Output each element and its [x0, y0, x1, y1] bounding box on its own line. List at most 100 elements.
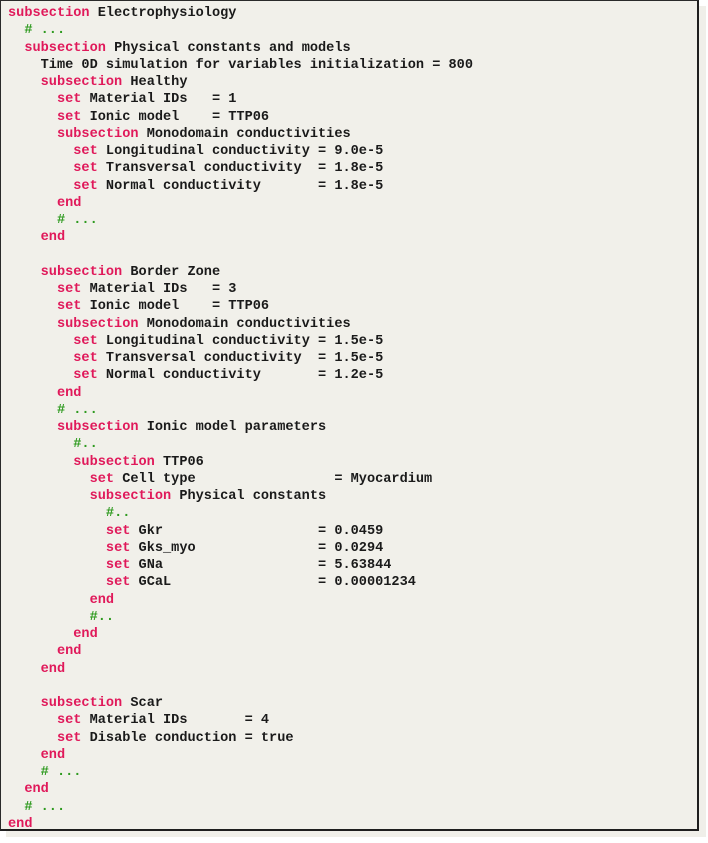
- keyword: subsection: [40, 264, 123, 280]
- line-text: Physical constants: [171, 489, 327, 504]
- code-line: set Ionic model = TTP06: [8, 298, 473, 315]
- keyword: set: [56, 713, 82, 729]
- code-listing: subsection Electrophysiology # ... subse…: [8, 5, 473, 833]
- keyword: set: [56, 299, 82, 315]
- code-line: end: [8, 661, 473, 678]
- keyword: end: [24, 782, 49, 798]
- code-line: end: [8, 195, 473, 212]
- line-text: Gkr = 0.0459: [130, 523, 384, 539]
- keyword: subsection: [40, 75, 123, 90]
- code-line: set Material IDs = 3: [8, 281, 473, 298]
- keyword: set: [73, 144, 98, 159]
- keyword: end: [73, 627, 98, 642]
- line-text: Time 0D simulation for variables initial…: [40, 57, 473, 73]
- comment: # ...: [24, 23, 66, 39]
- code-line: set Normal conductivity = 1.2e-5: [8, 367, 473, 384]
- keyword: set: [105, 575, 131, 591]
- keyword: set: [73, 351, 98, 366]
- code-line: set Gks_myo = 0.0294: [8, 540, 473, 557]
- line-text: Physical constants and models: [105, 40, 351, 56]
- keyword: set: [56, 109, 82, 125]
- comment: # ...: [56, 213, 98, 228]
- keyword: set: [89, 471, 115, 487]
- code-line: set Ionic model = TTP06: [8, 109, 473, 126]
- code-line: end: [8, 592, 473, 609]
- code-line: set Longitudinal conductivity = 1.5e-5: [8, 333, 473, 350]
- comment: # ...: [40, 765, 82, 780]
- line-text: Material IDs = 1: [81, 92, 237, 108]
- code-line: #..: [8, 505, 473, 522]
- line-text: Longitudinal conductivity = 9.0e-5: [97, 144, 384, 159]
- code-line: subsection Scar: [8, 695, 473, 712]
- line-text: Cell type = Myocardium: [114, 471, 433, 487]
- keyword: end: [40, 747, 66, 763]
- code-line: end: [8, 781, 473, 798]
- keyword: set: [56, 92, 82, 108]
- line-text: Ionic model parameters: [138, 420, 327, 435]
- keyword: subsection: [73, 454, 155, 470]
- line-text: Transversal conductivity = 1.5e-5: [97, 351, 384, 366]
- code-line: set Gkr = 0.0459: [8, 523, 473, 540]
- line-text: Ionic model = TTP06: [81, 109, 270, 125]
- code-line: subsection TTP06: [8, 454, 473, 471]
- keyword: end: [56, 385, 82, 401]
- code-line: subsection Border Zone: [8, 264, 473, 281]
- line-text: Gks_myo = 0.0294: [130, 540, 384, 556]
- keyword: subsection: [40, 696, 123, 711]
- code-line: end: [8, 643, 473, 660]
- code-line: end: [8, 626, 473, 643]
- code-line: # ...: [8, 402, 473, 419]
- code-line: subsection Ionic model parameters: [8, 419, 473, 436]
- code-line: end: [8, 385, 473, 402]
- code-line: set Transversal conductivity = 1.5e-5: [8, 350, 473, 367]
- comment: # ...: [24, 799, 66, 815]
- code-line: set Normal conductivity = 1.8e-5: [8, 178, 473, 195]
- keyword: end: [56, 195, 82, 211]
- keyword: end: [40, 661, 66, 677]
- comment: #..: [89, 609, 115, 625]
- line-text: Monodomain conductivities: [138, 316, 351, 332]
- line-text: Monodomain conductivities: [138, 126, 351, 142]
- keyword: set: [105, 558, 131, 573]
- keyword: subsection: [56, 316, 139, 332]
- code-line: # ...: [8, 799, 473, 816]
- keyword: set: [105, 540, 131, 556]
- code-line: #..: [8, 609, 473, 626]
- code-line: set Material IDs = 1: [8, 91, 473, 108]
- code-line: end: [8, 747, 473, 764]
- line-text: GCaL = 0.00001234: [130, 575, 416, 591]
- line-text: Scar: [122, 696, 164, 711]
- line-text: Healthy: [122, 75, 188, 90]
